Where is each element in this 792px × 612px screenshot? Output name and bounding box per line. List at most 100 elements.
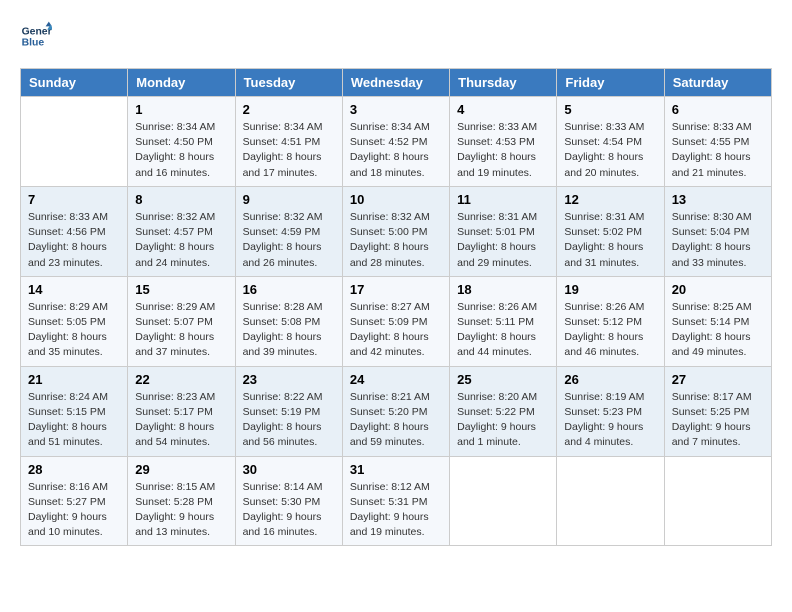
- day-info: Sunrise: 8:28 AM Sunset: 5:08 PM Dayligh…: [243, 300, 335, 361]
- calendar-cell: [557, 456, 664, 546]
- day-number: 22: [135, 372, 227, 387]
- day-info: Sunrise: 8:22 AM Sunset: 5:19 PM Dayligh…: [243, 390, 335, 451]
- day-info: Sunrise: 8:33 AM Sunset: 4:55 PM Dayligh…: [672, 120, 764, 181]
- day-info: Sunrise: 8:26 AM Sunset: 5:11 PM Dayligh…: [457, 300, 549, 361]
- calendar-cell: 25 Sunrise: 8:20 AM Sunset: 5:22 PM Dayli…: [450, 366, 557, 456]
- day-number: 6: [672, 102, 764, 117]
- day-number: 20: [672, 282, 764, 297]
- calendar-cell: 19 Sunrise: 8:26 AM Sunset: 5:12 PM Dayli…: [557, 276, 664, 366]
- calendar-cell: 31Sunrise: 8:12 AM Sunset: 5:31 PM Dayli…: [342, 456, 449, 546]
- day-number: 13: [672, 192, 764, 207]
- day-info: Sunrise: 8:26 AM Sunset: 5:12 PM Dayligh…: [564, 300, 656, 361]
- day-number: 23: [243, 372, 335, 387]
- page-header: General Blue: [20, 20, 772, 52]
- calendar-cell: 2 Sunrise: 8:34 AM Sunset: 4:51 PM Daylig…: [235, 97, 342, 187]
- calendar-cell: [450, 456, 557, 546]
- calendar-cell: 23 Sunrise: 8:22 AM Sunset: 5:19 PM Dayli…: [235, 366, 342, 456]
- calendar-cell: 26 Sunrise: 8:19 AM Sunset: 5:23 PM Dayli…: [557, 366, 664, 456]
- day-number: 9: [243, 192, 335, 207]
- day-number: 27: [672, 372, 764, 387]
- day-number: 3: [350, 102, 442, 117]
- calendar-cell: 13 Sunrise: 8:30 AM Sunset: 5:04 PM Dayli…: [664, 186, 771, 276]
- day-number: 8: [135, 192, 227, 207]
- calendar-cell: 16 Sunrise: 8:28 AM Sunset: 5:08 PM Dayli…: [235, 276, 342, 366]
- day-number: 25: [457, 372, 549, 387]
- day-info: Sunrise: 8:34 AM Sunset: 4:50 PM Dayligh…: [135, 120, 227, 181]
- day-info: Sunrise: 8:12 AM Sunset: 5:31 PM Dayligh…: [350, 480, 442, 541]
- calendar-cell: 8 Sunrise: 8:32 AM Sunset: 4:57 PM Daylig…: [128, 186, 235, 276]
- day-number: 1: [135, 102, 227, 117]
- day-number: 4: [457, 102, 549, 117]
- calendar-cell: 6 Sunrise: 8:33 AM Sunset: 4:55 PM Daylig…: [664, 97, 771, 187]
- calendar-table: SundayMondayTuesdayWednesdayThursdayFrid…: [20, 68, 772, 546]
- day-info: Sunrise: 8:23 AM Sunset: 5:17 PM Dayligh…: [135, 390, 227, 451]
- day-info: Sunrise: 8:30 AM Sunset: 5:04 PM Dayligh…: [672, 210, 764, 271]
- header-saturday: Saturday: [664, 69, 771, 97]
- day-number: 24: [350, 372, 442, 387]
- day-number: 19: [564, 282, 656, 297]
- day-info: Sunrise: 8:20 AM Sunset: 5:22 PM Dayligh…: [457, 390, 549, 451]
- day-number: 17: [350, 282, 442, 297]
- header-sunday: Sunday: [21, 69, 128, 97]
- calendar-cell: 27 Sunrise: 8:17 AM Sunset: 5:25 PM Dayli…: [664, 366, 771, 456]
- calendar-cell: 14 Sunrise: 8:29 AM Sunset: 5:05 PM Dayli…: [21, 276, 128, 366]
- day-number: 18: [457, 282, 549, 297]
- svg-text:Blue: Blue: [22, 38, 45, 49]
- day-number: 12: [564, 192, 656, 207]
- day-info: Sunrise: 8:19 AM Sunset: 5:23 PM Dayligh…: [564, 390, 656, 451]
- day-number: 26: [564, 372, 656, 387]
- day-number: 5: [564, 102, 656, 117]
- calendar-cell: 29 Sunrise: 8:15 AM Sunset: 5:28 PM Dayli…: [128, 456, 235, 546]
- calendar-cell: 4 Sunrise: 8:33 AM Sunset: 4:53 PM Daylig…: [450, 97, 557, 187]
- day-number: 28: [28, 462, 120, 477]
- calendar-cell: 15Sunrise: 8:29 AM Sunset: 5:07 PM Dayli…: [128, 276, 235, 366]
- header-monday: Monday: [128, 69, 235, 97]
- day-info: Sunrise: 8:15 AM Sunset: 5:28 PM Dayligh…: [135, 480, 227, 541]
- day-info: Sunrise: 8:17 AM Sunset: 5:25 PM Dayligh…: [672, 390, 764, 451]
- calendar-cell: [21, 97, 128, 187]
- day-number: 2: [243, 102, 335, 117]
- day-number: 21: [28, 372, 120, 387]
- calendar-cell: 7Sunrise: 8:33 AM Sunset: 4:56 PM Daylig…: [21, 186, 128, 276]
- calendar-cell: 22 Sunrise: 8:23 AM Sunset: 5:17 PM Dayli…: [128, 366, 235, 456]
- calendar-cell: 20 Sunrise: 8:25 AM Sunset: 5:14 PM Dayli…: [664, 276, 771, 366]
- calendar-cell: 24Sunrise: 8:21 AM Sunset: 5:20 PM Dayli…: [342, 366, 449, 456]
- svg-text:General: General: [22, 26, 52, 37]
- day-number: 14: [28, 282, 120, 297]
- header-friday: Friday: [557, 69, 664, 97]
- calendar-cell: 21Sunrise: 8:24 AM Sunset: 5:15 PM Dayli…: [21, 366, 128, 456]
- header-thursday: Thursday: [450, 69, 557, 97]
- header-row: SundayMondayTuesdayWednesdayThursdayFrid…: [21, 69, 772, 97]
- calendar-cell: [664, 456, 771, 546]
- header-wednesday: Wednesday: [342, 69, 449, 97]
- day-info: Sunrise: 8:31 AM Sunset: 5:02 PM Dayligh…: [564, 210, 656, 271]
- calendar-cell: 28Sunrise: 8:16 AM Sunset: 5:27 PM Dayli…: [21, 456, 128, 546]
- week-row-2: 7Sunrise: 8:33 AM Sunset: 4:56 PM Daylig…: [21, 186, 772, 276]
- week-row-5: 28Sunrise: 8:16 AM Sunset: 5:27 PM Dayli…: [21, 456, 772, 546]
- logo-icon: General Blue: [20, 20, 52, 52]
- day-number: 11: [457, 192, 549, 207]
- calendar-cell: 10Sunrise: 8:32 AM Sunset: 5:00 PM Dayli…: [342, 186, 449, 276]
- day-number: 29: [135, 462, 227, 477]
- day-info: Sunrise: 8:29 AM Sunset: 5:07 PM Dayligh…: [135, 300, 227, 361]
- day-info: Sunrise: 8:34 AM Sunset: 4:51 PM Dayligh…: [243, 120, 335, 181]
- day-info: Sunrise: 8:32 AM Sunset: 4:57 PM Dayligh…: [135, 210, 227, 271]
- calendar-cell: 30 Sunrise: 8:14 AM Sunset: 5:30 PM Dayli…: [235, 456, 342, 546]
- calendar-cell: 17 Sunrise: 8:27 AM Sunset: 5:09 PM Dayli…: [342, 276, 449, 366]
- calendar-cell: 3Sunrise: 8:34 AM Sunset: 4:52 PM Daylig…: [342, 97, 449, 187]
- day-number: 30: [243, 462, 335, 477]
- day-info: Sunrise: 8:27 AM Sunset: 5:09 PM Dayligh…: [350, 300, 442, 361]
- week-row-4: 21Sunrise: 8:24 AM Sunset: 5:15 PM Dayli…: [21, 366, 772, 456]
- day-info: Sunrise: 8:29 AM Sunset: 5:05 PM Dayligh…: [28, 300, 120, 361]
- calendar-cell: 1 Sunrise: 8:34 AM Sunset: 4:50 PM Daylig…: [128, 97, 235, 187]
- day-info: Sunrise: 8:25 AM Sunset: 5:14 PM Dayligh…: [672, 300, 764, 361]
- calendar-cell: 18 Sunrise: 8:26 AM Sunset: 5:11 PM Dayli…: [450, 276, 557, 366]
- day-number: 16: [243, 282, 335, 297]
- day-info: Sunrise: 8:33 AM Sunset: 4:53 PM Dayligh…: [457, 120, 549, 181]
- calendar-cell: 12 Sunrise: 8:31 AM Sunset: 5:02 PM Dayli…: [557, 186, 664, 276]
- day-info: Sunrise: 8:31 AM Sunset: 5:01 PM Dayligh…: [457, 210, 549, 271]
- day-number: 10: [350, 192, 442, 207]
- day-info: Sunrise: 8:14 AM Sunset: 5:30 PM Dayligh…: [243, 480, 335, 541]
- day-info: Sunrise: 8:32 AM Sunset: 4:59 PM Dayligh…: [243, 210, 335, 271]
- calendar-cell: 5Sunrise: 8:33 AM Sunset: 4:54 PM Daylig…: [557, 97, 664, 187]
